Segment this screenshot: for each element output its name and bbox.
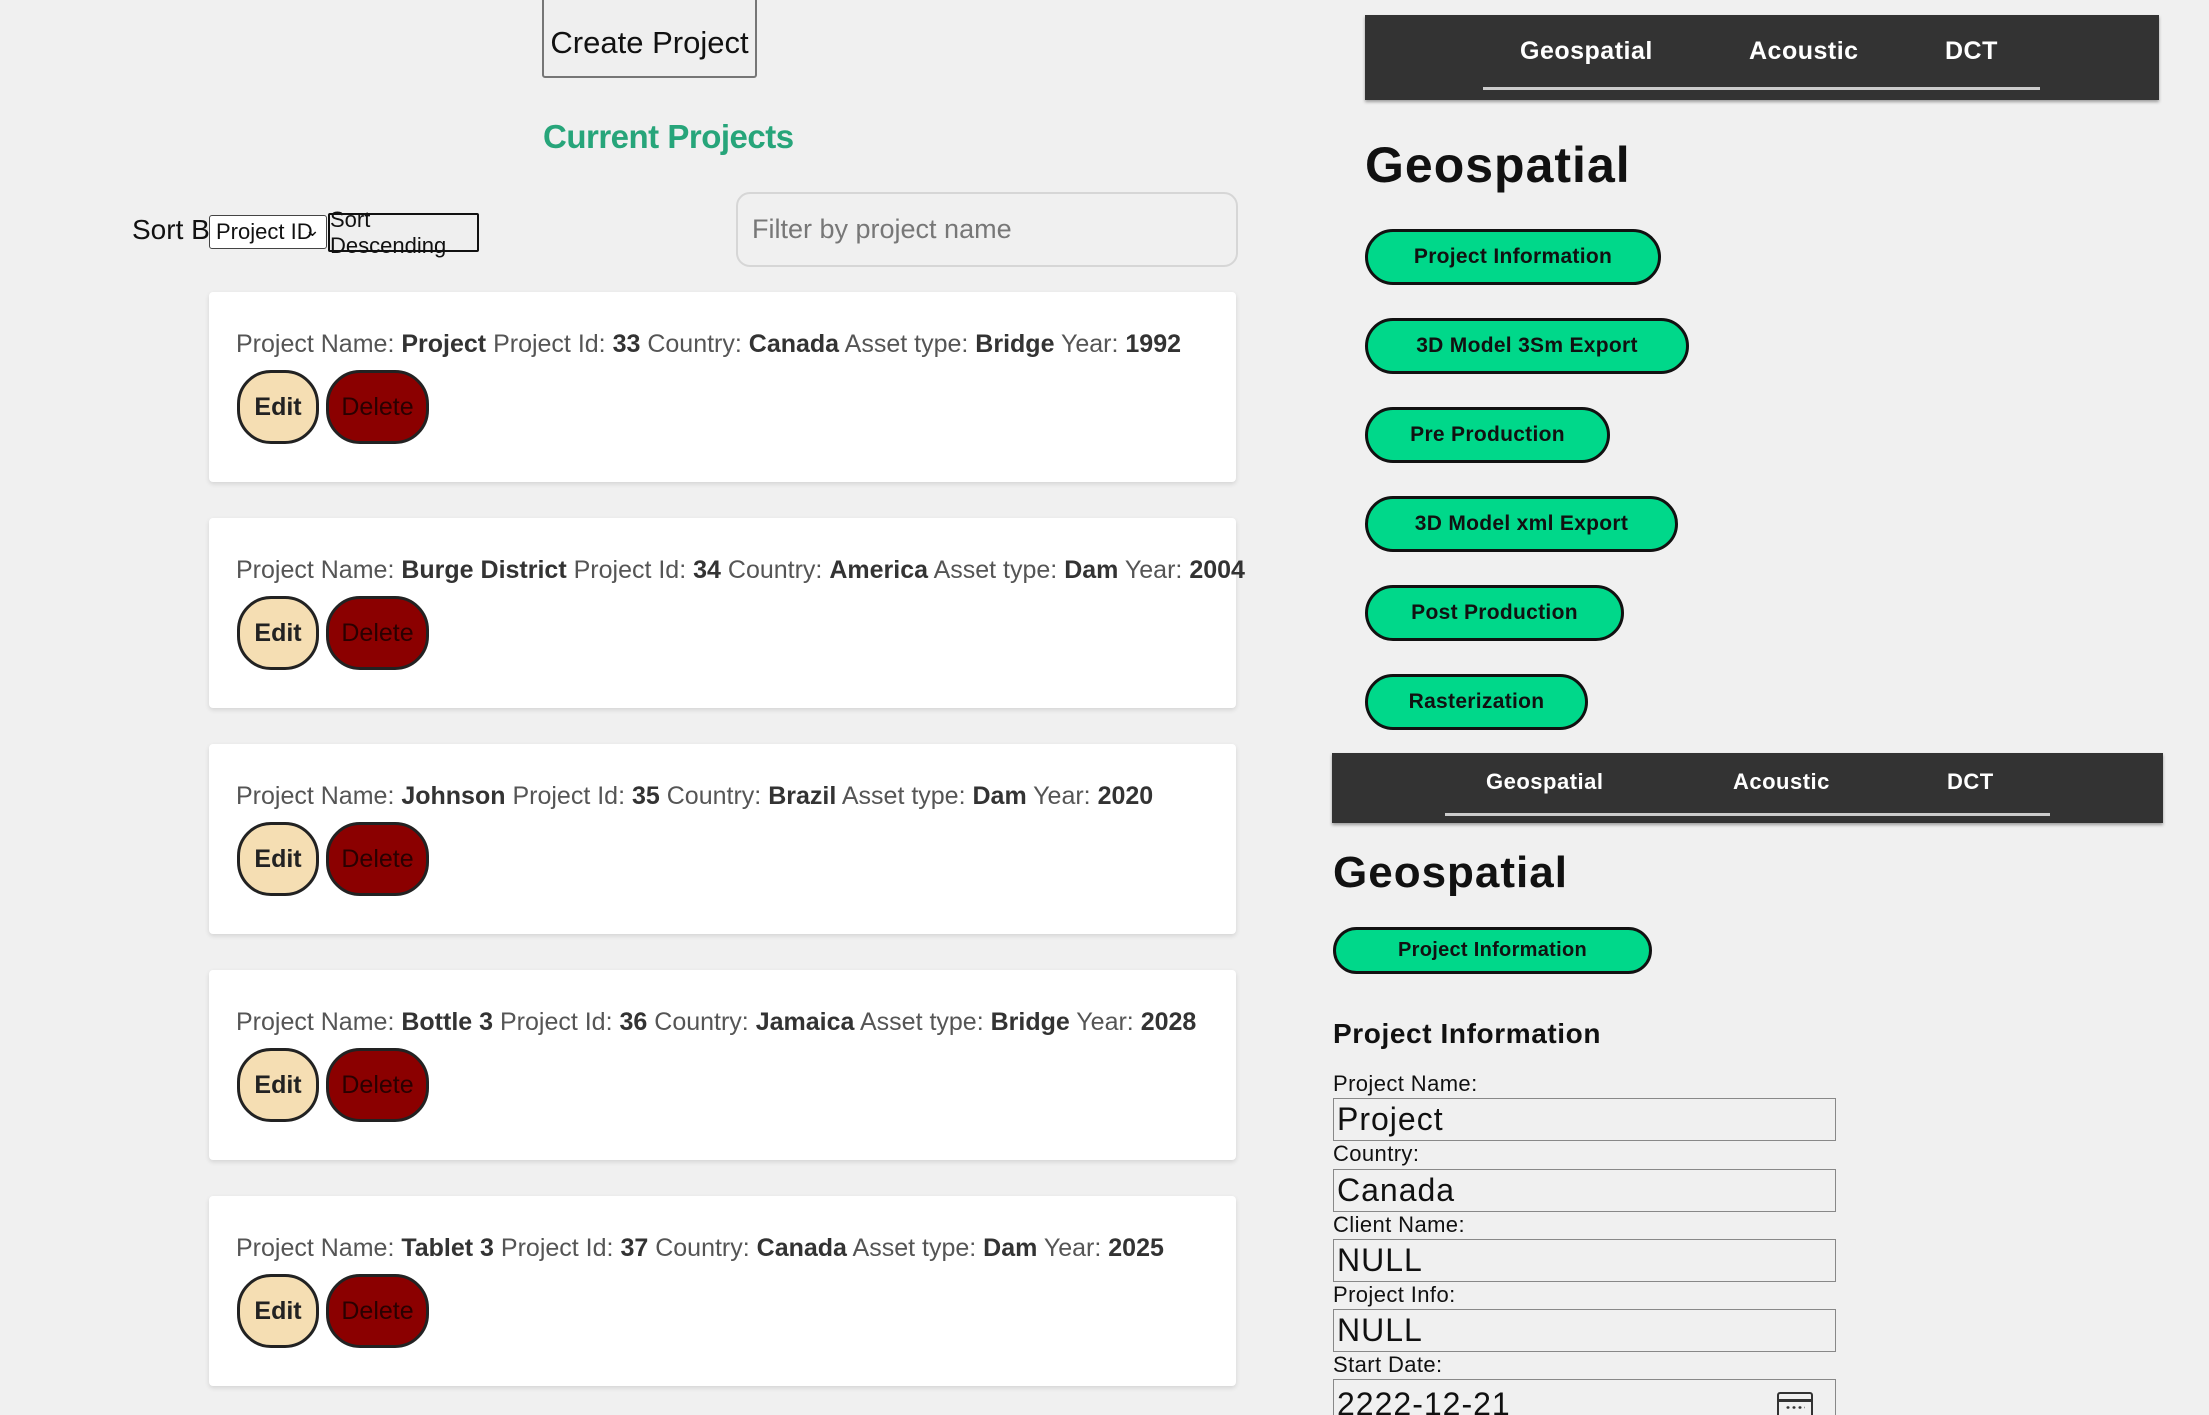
project-id: 33 — [612, 330, 641, 358]
sort-descending-button[interactable]: Sort Descending — [328, 207, 479, 258]
delete-button[interactable]: Delete — [326, 1048, 429, 1122]
project-id: 36 — [619, 1008, 648, 1036]
tab-acoustic[interactable]: Acoustic — [1749, 37, 1859, 66]
nav-underline — [1445, 813, 2050, 816]
project-info-line: Project Name: Tablet 3 Project Id: 37 Co… — [236, 1234, 1164, 1262]
start-date-field[interactable]: 2222-12-21 — [1333, 1379, 1836, 1415]
delete-button[interactable]: Delete — [326, 1274, 429, 1348]
tab-dct[interactable]: DCT — [1947, 769, 1994, 795]
current-projects-title: Current Projects — [543, 118, 794, 155]
project-information-button[interactable]: Project Information — [1365, 229, 1661, 285]
delete-button[interactable]: Delete — [326, 370, 429, 444]
project-asset: Bridge — [975, 330, 1055, 358]
panel-title: Geospatial — [1333, 848, 1568, 897]
project-name: Project — [401, 330, 487, 358]
edit-button[interactable]: Edit — [237, 596, 319, 670]
project-country: Canada — [748, 330, 840, 358]
sort-by-selected: Project ID — [216, 219, 313, 244]
field-value: Canada — [1337, 1172, 1456, 1208]
tab-geospatial[interactable]: Geospatial — [1486, 769, 1603, 795]
project-card: Project Name: Bottle 3 Project Id: 36 Co… — [209, 970, 1236, 1160]
project-info-line: Project Name: Johnson Project Id: 35 Cou… — [236, 782, 1154, 810]
chevron-down-icon: ⌄ — [304, 220, 320, 240]
project-card: Project Name: Johnson Project Id: 35 Cou… — [209, 744, 1236, 934]
country-field[interactable]: Canada — [1333, 1169, 1836, 1212]
project-information-button[interactable]: Project Information — [1333, 927, 1652, 974]
tab-acoustic[interactable]: Acoustic — [1733, 769, 1830, 795]
project-year: 2028 — [1140, 1008, 1197, 1036]
project-info-line: Project Name: Project Project Id: 33 Cou… — [236, 330, 1182, 358]
project-id: 37 — [620, 1234, 649, 1262]
nav-underline — [1483, 87, 2040, 90]
project-year: 2025 — [1108, 1234, 1164, 1262]
client-name-field[interactable]: NULL — [1333, 1239, 1836, 1282]
filter-placeholder: Filter by project name — [752, 214, 1012, 244]
top-nav: Geospatial Acoustic DCT — [1365, 15, 2159, 100]
project-card: Project Name: Tablet 3 Project Id: 37 Co… — [209, 1196, 1236, 1386]
project-year: 2004 — [1189, 556, 1245, 584]
project-info-line: Project Name: Bottle 3 Project Id: 36 Co… — [236, 1008, 1197, 1036]
sort-by-select[interactable]: Project ID ⌄ — [209, 215, 327, 249]
edit-button[interactable]: Edit — [237, 822, 319, 896]
edit-button[interactable]: Edit — [237, 1274, 319, 1348]
country-label: Country: — [1333, 1141, 1420, 1166]
project-name-label: Project Name: — [1333, 1071, 1478, 1096]
start-date-label: Start Date: — [1333, 1352, 1443, 1377]
project-info-line: Project Name: Burge District Project Id:… — [236, 556, 1245, 584]
edit-button[interactable]: Edit — [237, 370, 319, 444]
project-info-field[interactable]: NULL — [1333, 1309, 1836, 1352]
project-information-heading: Project Information — [1333, 1018, 1602, 1049]
project-info-label: Project Info: — [1333, 1282, 1456, 1307]
project-year: 1992 — [1125, 330, 1182, 358]
field-value: NULL — [1337, 1312, 1423, 1348]
create-project-button[interactable]: Create Project — [542, 0, 757, 78]
secondary-nav: Geospatial Acoustic DCT — [1332, 753, 2163, 823]
edit-button[interactable]: Edit — [237, 1048, 319, 1122]
field-value: 2222-12-21 — [1337, 1386, 1511, 1415]
client-name-label: Client Name: — [1333, 1212, 1465, 1237]
rasterization-button[interactable]: Rasterization — [1365, 674, 1588, 730]
field-value: Project — [1337, 1101, 1444, 1137]
project-name: Bottle 3 — [401, 1008, 494, 1036]
calendar-icon[interactable] — [1777, 1392, 1813, 1415]
delete-button[interactable]: Delete — [326, 596, 429, 670]
project-name: Johnson — [401, 782, 506, 810]
project-asset: Dam — [972, 782, 1027, 810]
project-id: 34 — [693, 556, 721, 584]
project-country: Canada — [756, 1234, 847, 1262]
panel-title: Geospatial — [1365, 137, 1631, 193]
project-name-field[interactable]: Project — [1333, 1098, 1836, 1141]
3d-model-xml-export-button[interactable]: 3D Model xml Export — [1365, 496, 1678, 552]
project-year: 2020 — [1097, 782, 1154, 810]
tab-geospatial[interactable]: Geospatial — [1520, 37, 1653, 66]
pre-production-button[interactable]: Pre Production — [1365, 407, 1610, 463]
project-id: 35 — [631, 782, 660, 810]
project-name: Burge District — [401, 556, 567, 584]
project-name: Tablet 3 — [401, 1234, 494, 1262]
project-country: Jamaica — [755, 1008, 855, 1036]
project-asset: Dam — [1064, 556, 1119, 584]
project-asset: Dam — [983, 1234, 1038, 1262]
tab-dct[interactable]: DCT — [1945, 37, 1998, 66]
project-asset: Bridge — [990, 1008, 1070, 1036]
delete-button[interactable]: Delete — [326, 822, 429, 896]
field-value: NULL — [1337, 1242, 1423, 1278]
filter-project-input[interactable]: Filter by project name — [736, 192, 1238, 267]
3d-model-3sm-export-button[interactable]: 3D Model 3Sm Export — [1365, 318, 1689, 374]
project-card: Project Name: Project Project Id: 33 Cou… — [209, 292, 1236, 482]
post-production-button[interactable]: Post Production — [1365, 585, 1624, 641]
project-country: Brazil — [768, 782, 837, 810]
project-country: America — [829, 556, 928, 584]
project-card: Project Name: Burge District Project Id:… — [209, 518, 1245, 708]
